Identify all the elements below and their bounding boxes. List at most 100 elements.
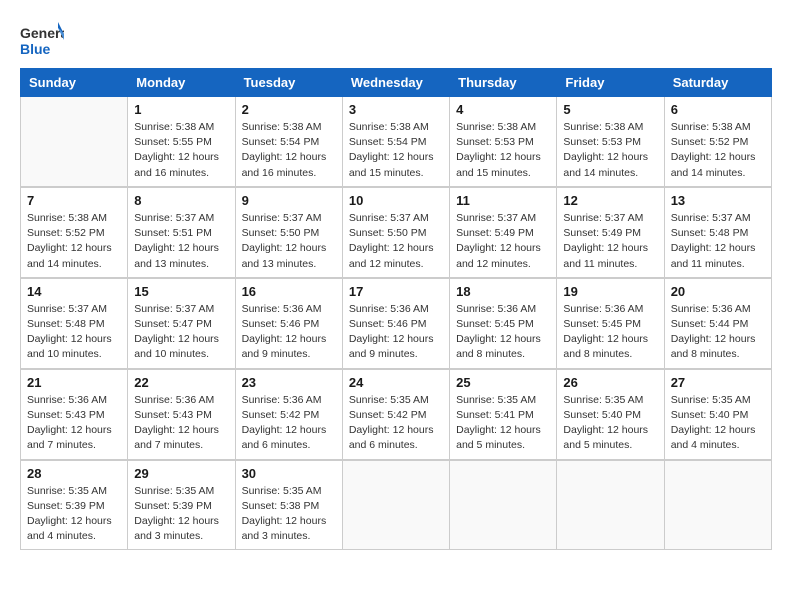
day-number: 20 <box>671 284 765 299</box>
day-number: 26 <box>563 375 657 390</box>
day-info: Sunrise: 5:38 AMSunset: 5:52 PMDaylight:… <box>27 211 121 272</box>
calendar-day-cell: 6Sunrise: 5:38 AMSunset: 5:52 PMDaylight… <box>664 97 771 187</box>
day-number: 28 <box>27 466 121 481</box>
calendar-day-header: Wednesday <box>342 69 449 97</box>
day-info: Sunrise: 5:35 AMSunset: 5:42 PMDaylight:… <box>349 393 443 454</box>
day-number: 7 <box>27 193 121 208</box>
day-number: 14 <box>27 284 121 299</box>
calendar-header-row: SundayMondayTuesdayWednesdayThursdayFrid… <box>21 69 772 97</box>
day-info: Sunrise: 5:38 AMSunset: 5:55 PMDaylight:… <box>134 120 228 181</box>
day-number: 4 <box>456 102 550 117</box>
day-info: Sunrise: 5:36 AMSunset: 5:43 PMDaylight:… <box>134 393 228 454</box>
day-number: 25 <box>456 375 550 390</box>
calendar-day-cell: 23Sunrise: 5:36 AMSunset: 5:42 PMDayligh… <box>235 369 342 460</box>
calendar-day-header: Saturday <box>664 69 771 97</box>
day-info: Sunrise: 5:36 AMSunset: 5:46 PMDaylight:… <box>349 302 443 363</box>
day-number: 11 <box>456 193 550 208</box>
calendar-day-cell: 2Sunrise: 5:38 AMSunset: 5:54 PMDaylight… <box>235 97 342 187</box>
day-number: 13 <box>671 193 765 208</box>
calendar-day-cell: 4 Sunrise: 5:38 AMSunset: 5:53 PMDaylight… <box>450 97 557 187</box>
svg-text:Blue: Blue <box>20 41 51 57</box>
calendar-day-cell <box>664 460 771 550</box>
calendar-day-cell: 19Sunrise: 5:36 AMSunset: 5:45 PMDayligh… <box>557 278 664 369</box>
calendar-day-cell: 10 Sunrise: 5:37 AMSunset: 5:50 PMDayligh… <box>342 187 449 278</box>
day-info: Sunrise: 5:37 AMSunset: 5:51 PMDaylight:… <box>134 211 228 272</box>
calendar-day-cell: 27 Sunrise: 5:35 AMSunset: 5:40 PMDayligh… <box>664 369 771 460</box>
day-info: Sunrise: 5:37 AMSunset: 5:47 PMDaylight:… <box>134 302 228 363</box>
logo: General Blue <box>20 20 64 58</box>
day-info: Sunrise: 5:35 AMSunset: 5:39 PMDaylight:… <box>27 484 121 545</box>
day-info: Sunrise: 5:35 AMSunset: 5:38 PMDaylight:… <box>242 484 336 545</box>
day-info: Sunrise: 5:37 AMSunset: 5:50 PMDaylight:… <box>242 211 336 272</box>
calendar-day-cell: 8 Sunrise: 5:37 AMSunset: 5:51 PMDaylight… <box>128 187 235 278</box>
calendar-day-cell: 9 Sunrise: 5:37 AMSunset: 5:50 PMDaylight… <box>235 187 342 278</box>
calendar-day-cell: 26 Sunrise: 5:35 AMSunset: 5:40 PMDayligh… <box>557 369 664 460</box>
calendar-day-cell: 7 Sunrise: 5:38 AMSunset: 5:52 PMDaylight… <box>21 187 128 278</box>
day-info: Sunrise: 5:35 AMSunset: 5:39 PMDaylight:… <box>134 484 228 545</box>
calendar-day-cell: 12 Sunrise: 5:37 AMSunset: 5:49 PMDayligh… <box>557 187 664 278</box>
calendar-day-header: Monday <box>128 69 235 97</box>
day-number: 1 <box>134 102 228 117</box>
day-number: 9 <box>242 193 336 208</box>
day-number: 16 <box>242 284 336 299</box>
calendar-day-cell: 25 Sunrise: 5:35 AMSunset: 5:41 PMDayligh… <box>450 369 557 460</box>
day-number: 22 <box>134 375 228 390</box>
day-info: Sunrise: 5:37 AMSunset: 5:49 PMDaylight:… <box>563 211 657 272</box>
day-info: Sunrise: 5:35 AMSunset: 5:41 PMDaylight:… <box>456 393 550 454</box>
day-info: Sunrise: 5:37 AMSunset: 5:48 PMDaylight:… <box>671 211 765 272</box>
svg-text:General: General <box>20 25 64 41</box>
calendar-day-cell <box>450 460 557 550</box>
calendar-day-header: Friday <box>557 69 664 97</box>
day-number: 21 <box>27 375 121 390</box>
logo-icon: General Blue <box>20 20 64 58</box>
day-number: 5 <box>563 102 657 117</box>
day-number: 2 <box>242 102 336 117</box>
calendar-day-cell: 15 Sunrise: 5:37 AMSunset: 5:47 PMDayligh… <box>128 278 235 369</box>
calendar: SundayMondayTuesdayWednesdayThursdayFrid… <box>20 68 772 550</box>
day-info: Sunrise: 5:37 AMSunset: 5:49 PMDaylight:… <box>456 211 550 272</box>
calendar-day-cell: 11 Sunrise: 5:37 AMSunset: 5:49 PMDayligh… <box>450 187 557 278</box>
day-number: 10 <box>349 193 443 208</box>
calendar-day-cell: 5 Sunrise: 5:38 AMSunset: 5:53 PMDaylight… <box>557 97 664 187</box>
calendar-week-row: 7 Sunrise: 5:38 AMSunset: 5:52 PMDaylight… <box>21 187 772 278</box>
calendar-day-header: Tuesday <box>235 69 342 97</box>
day-info: Sunrise: 5:37 AMSunset: 5:48 PMDaylight:… <box>27 302 121 363</box>
day-info: Sunrise: 5:35 AMSunset: 5:40 PMDaylight:… <box>671 393 765 454</box>
calendar-day-cell: 30 Sunrise: 5:35 AMSunset: 5:38 PMDayligh… <box>235 460 342 550</box>
day-info: Sunrise: 5:38 AMSunset: 5:52 PMDaylight:… <box>671 120 765 181</box>
calendar-week-row: 21 Sunrise: 5:36 AMSunset: 5:43 PMDayligh… <box>21 369 772 460</box>
calendar-day-cell: 17 Sunrise: 5:36 AMSunset: 5:46 PMDayligh… <box>342 278 449 369</box>
calendar-day-cell: 20 Sunrise: 5:36 AMSunset: 5:44 PMDayligh… <box>664 278 771 369</box>
day-number: 19 <box>563 284 657 299</box>
day-info: Sunrise: 5:36 AMSunset: 5:43 PMDaylight:… <box>27 393 121 454</box>
day-number: 3 <box>349 102 443 117</box>
day-number: 8 <box>134 193 228 208</box>
calendar-week-row: 14 Sunrise: 5:37 AMSunset: 5:48 PMDayligh… <box>21 278 772 369</box>
day-number: 12 <box>563 193 657 208</box>
calendar-week-row: 28 Sunrise: 5:35 AMSunset: 5:39 PMDayligh… <box>21 460 772 550</box>
calendar-day-cell <box>342 460 449 550</box>
day-info: Sunrise: 5:38 AMSunset: 5:53 PMDaylight:… <box>456 120 550 181</box>
calendar-day-cell: 3Sunrise: 5:38 AMSunset: 5:54 PMDaylight… <box>342 97 449 187</box>
calendar-day-cell: 24Sunrise: 5:35 AMSunset: 5:42 PMDayligh… <box>342 369 449 460</box>
day-info: Sunrise: 5:36 AMSunset: 5:45 PMDaylight:… <box>456 302 550 363</box>
day-info: Sunrise: 5:38 AMSunset: 5:53 PMDaylight:… <box>563 120 657 181</box>
day-number: 18 <box>456 284 550 299</box>
day-info: Sunrise: 5:35 AMSunset: 5:40 PMDaylight:… <box>563 393 657 454</box>
calendar-day-cell: 16Sunrise: 5:36 AMSunset: 5:46 PMDayligh… <box>235 278 342 369</box>
calendar-day-cell: 13 Sunrise: 5:37 AMSunset: 5:48 PMDayligh… <box>664 187 771 278</box>
calendar-day-cell: 29Sunrise: 5:35 AMSunset: 5:39 PMDayligh… <box>128 460 235 550</box>
day-info: Sunrise: 5:36 AMSunset: 5:42 PMDaylight:… <box>242 393 336 454</box>
calendar-day-cell: 21 Sunrise: 5:36 AMSunset: 5:43 PMDayligh… <box>21 369 128 460</box>
calendar-day-cell: 22 Sunrise: 5:36 AMSunset: 5:43 PMDayligh… <box>128 369 235 460</box>
calendar-day-cell <box>557 460 664 550</box>
day-number: 15 <box>134 284 228 299</box>
day-number: 17 <box>349 284 443 299</box>
calendar-day-header: Thursday <box>450 69 557 97</box>
day-number: 27 <box>671 375 765 390</box>
calendar-day-cell: 1 Sunrise: 5:38 AMSunset: 5:55 PMDaylight… <box>128 97 235 187</box>
day-info: Sunrise: 5:37 AMSunset: 5:50 PMDaylight:… <box>349 211 443 272</box>
day-info: Sunrise: 5:36 AMSunset: 5:44 PMDaylight:… <box>671 302 765 363</box>
day-number: 30 <box>242 466 336 481</box>
calendar-day-cell: 28 Sunrise: 5:35 AMSunset: 5:39 PMDayligh… <box>21 460 128 550</box>
